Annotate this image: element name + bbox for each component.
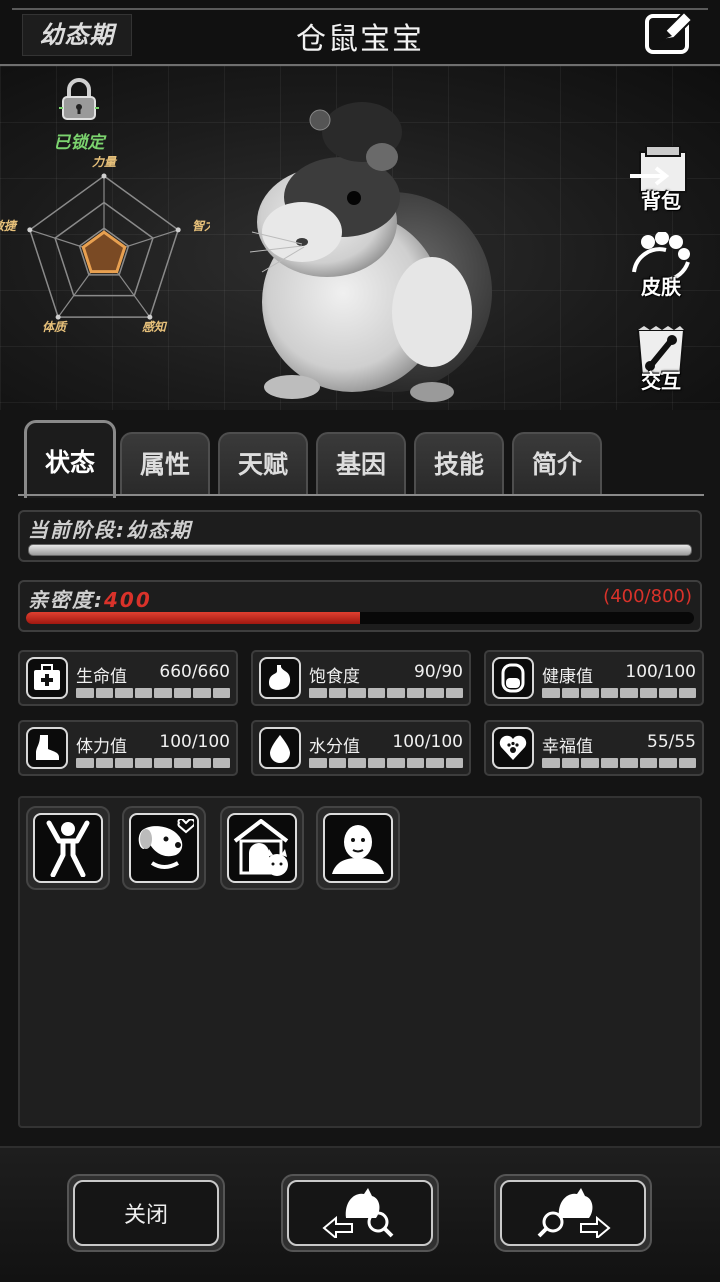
prev-pet-icon xyxy=(322,1188,394,1238)
medkit-icon xyxy=(26,657,68,699)
intimacy-panel: 亲密度:400 (400/800) xyxy=(18,580,702,632)
close-button[interactable]: 关闭 xyxy=(67,1174,225,1252)
water-drop-icon xyxy=(259,727,301,769)
radar-label: 感知 xyxy=(142,320,168,334)
stat-value: 100/100 xyxy=(392,732,463,752)
stat-bar xyxy=(309,758,463,768)
interact-label: 交互 xyxy=(641,369,681,393)
radar-vertex xyxy=(101,173,107,179)
intimacy-value: 400 xyxy=(104,588,152,612)
pet-house-icon xyxy=(233,819,289,876)
stat-health: 生命值 660/660 xyxy=(18,650,238,706)
header-bar: 幼态期 仓鼠宝宝 xyxy=(0,0,720,66)
cheer-person-icon xyxy=(46,820,90,877)
stat-name: 健康值 xyxy=(542,667,593,687)
stat-name: 幸福值 xyxy=(542,737,593,757)
tab-genes[interactable]: 基因 xyxy=(316,432,406,494)
pet-name: 仓鼠宝宝 xyxy=(296,22,424,57)
intimacy-label: 亲密度: xyxy=(28,588,104,612)
stat-value: 660/660 xyxy=(159,662,230,682)
growth-stage-panel: 当前阶段:幼态期 xyxy=(18,510,702,562)
stat-happiness: 幸福值 55/55 xyxy=(484,720,704,776)
backpack-label: 背包 xyxy=(641,189,681,213)
stat-bar xyxy=(542,758,696,768)
stat-bar xyxy=(76,758,230,768)
backpack-button[interactable]: 背包 xyxy=(626,145,696,216)
close-button-label: 关闭 xyxy=(73,1180,219,1246)
tab-talents[interactable]: 天赋 xyxy=(218,432,308,494)
heart-paw-icon xyxy=(492,727,534,769)
stat-name: 体力值 xyxy=(76,737,127,757)
stomach-icon xyxy=(259,657,301,699)
stage-badge: 幼态期 xyxy=(22,14,132,56)
pet-display-area: 已锁定 力量智力感知 体质 敏捷 xyxy=(0,66,720,410)
stat-value: 55/55 xyxy=(647,732,696,752)
intimacy-progress-bar xyxy=(26,612,694,624)
stat-bar xyxy=(542,688,696,698)
growth-stage-text: 当前阶段:幼态期 xyxy=(28,518,192,542)
lock-icon xyxy=(59,78,99,120)
person-avatar-icon xyxy=(332,825,384,874)
stat-value: 100/100 xyxy=(159,732,230,752)
tab-divider xyxy=(18,494,704,496)
stat-hydration: 水分值 100/100 xyxy=(251,720,471,776)
stat-bar xyxy=(76,688,230,698)
lock-label: 已锁定 xyxy=(53,133,105,153)
stat-bar xyxy=(309,688,463,698)
prev-pet-button[interactable] xyxy=(281,1174,439,1252)
skin-label: 皮肤 xyxy=(641,275,681,299)
tab-status[interactable]: 状态 xyxy=(24,420,116,498)
stat-name: 生命值 xyxy=(76,667,127,687)
tab-profile[interactable]: 简介 xyxy=(512,432,602,494)
next-pet-icon xyxy=(537,1188,611,1238)
edit-icon[interactable] xyxy=(644,10,694,56)
dog-love-action-button[interactable] xyxy=(122,806,206,890)
interact-button[interactable]: 交互 xyxy=(626,326,696,396)
intimacy-progress-fill xyxy=(26,612,360,624)
stat-stamina: 体力值 100/100 xyxy=(18,720,238,776)
growth-stage-bar xyxy=(28,544,692,556)
hamster-pet-image xyxy=(249,102,492,402)
stat-name: 水分值 xyxy=(309,737,360,757)
dog-love-icon xyxy=(138,819,194,869)
skin-button[interactable]: 皮肤 xyxy=(626,231,696,302)
stat-wellness: 健康值 100/100 xyxy=(484,650,704,706)
attribute-radar-chart: 力量智力感知 体质 敏捷 xyxy=(0,156,210,334)
radar-label: 敏捷 xyxy=(0,219,18,233)
cheer-action-button[interactable] xyxy=(26,806,110,890)
lock-toggle[interactable]: 已锁定 xyxy=(44,78,114,153)
radar-vertex xyxy=(147,314,153,320)
radar-vertex xyxy=(55,314,61,320)
radar-vertex xyxy=(27,227,33,233)
next-pet-button[interactable] xyxy=(494,1174,652,1252)
intimacy-count: (400/800) xyxy=(603,586,692,607)
radar-label: 力量 xyxy=(92,156,118,169)
pet-house-action-button[interactable] xyxy=(220,806,304,890)
foot-icon xyxy=(26,727,68,769)
stat-value: 90/90 xyxy=(414,662,463,682)
person-action-button[interactable] xyxy=(316,806,400,890)
stat-name: 饱食度 xyxy=(309,667,360,687)
radar-vertex xyxy=(175,227,181,233)
shield-icon xyxy=(492,657,534,699)
radar-label: 体质 xyxy=(42,320,68,334)
tab-skills[interactable]: 技能 xyxy=(414,432,504,494)
tab-attributes[interactable]: 属性 xyxy=(120,432,210,494)
stat-value: 100/100 xyxy=(625,662,696,682)
radar-label: 智力 xyxy=(192,219,210,233)
tab-bar: 状态 属性 天赋 基因 技能 简介 xyxy=(20,420,710,498)
stat-satiety: 饱食度 90/90 xyxy=(251,650,471,706)
